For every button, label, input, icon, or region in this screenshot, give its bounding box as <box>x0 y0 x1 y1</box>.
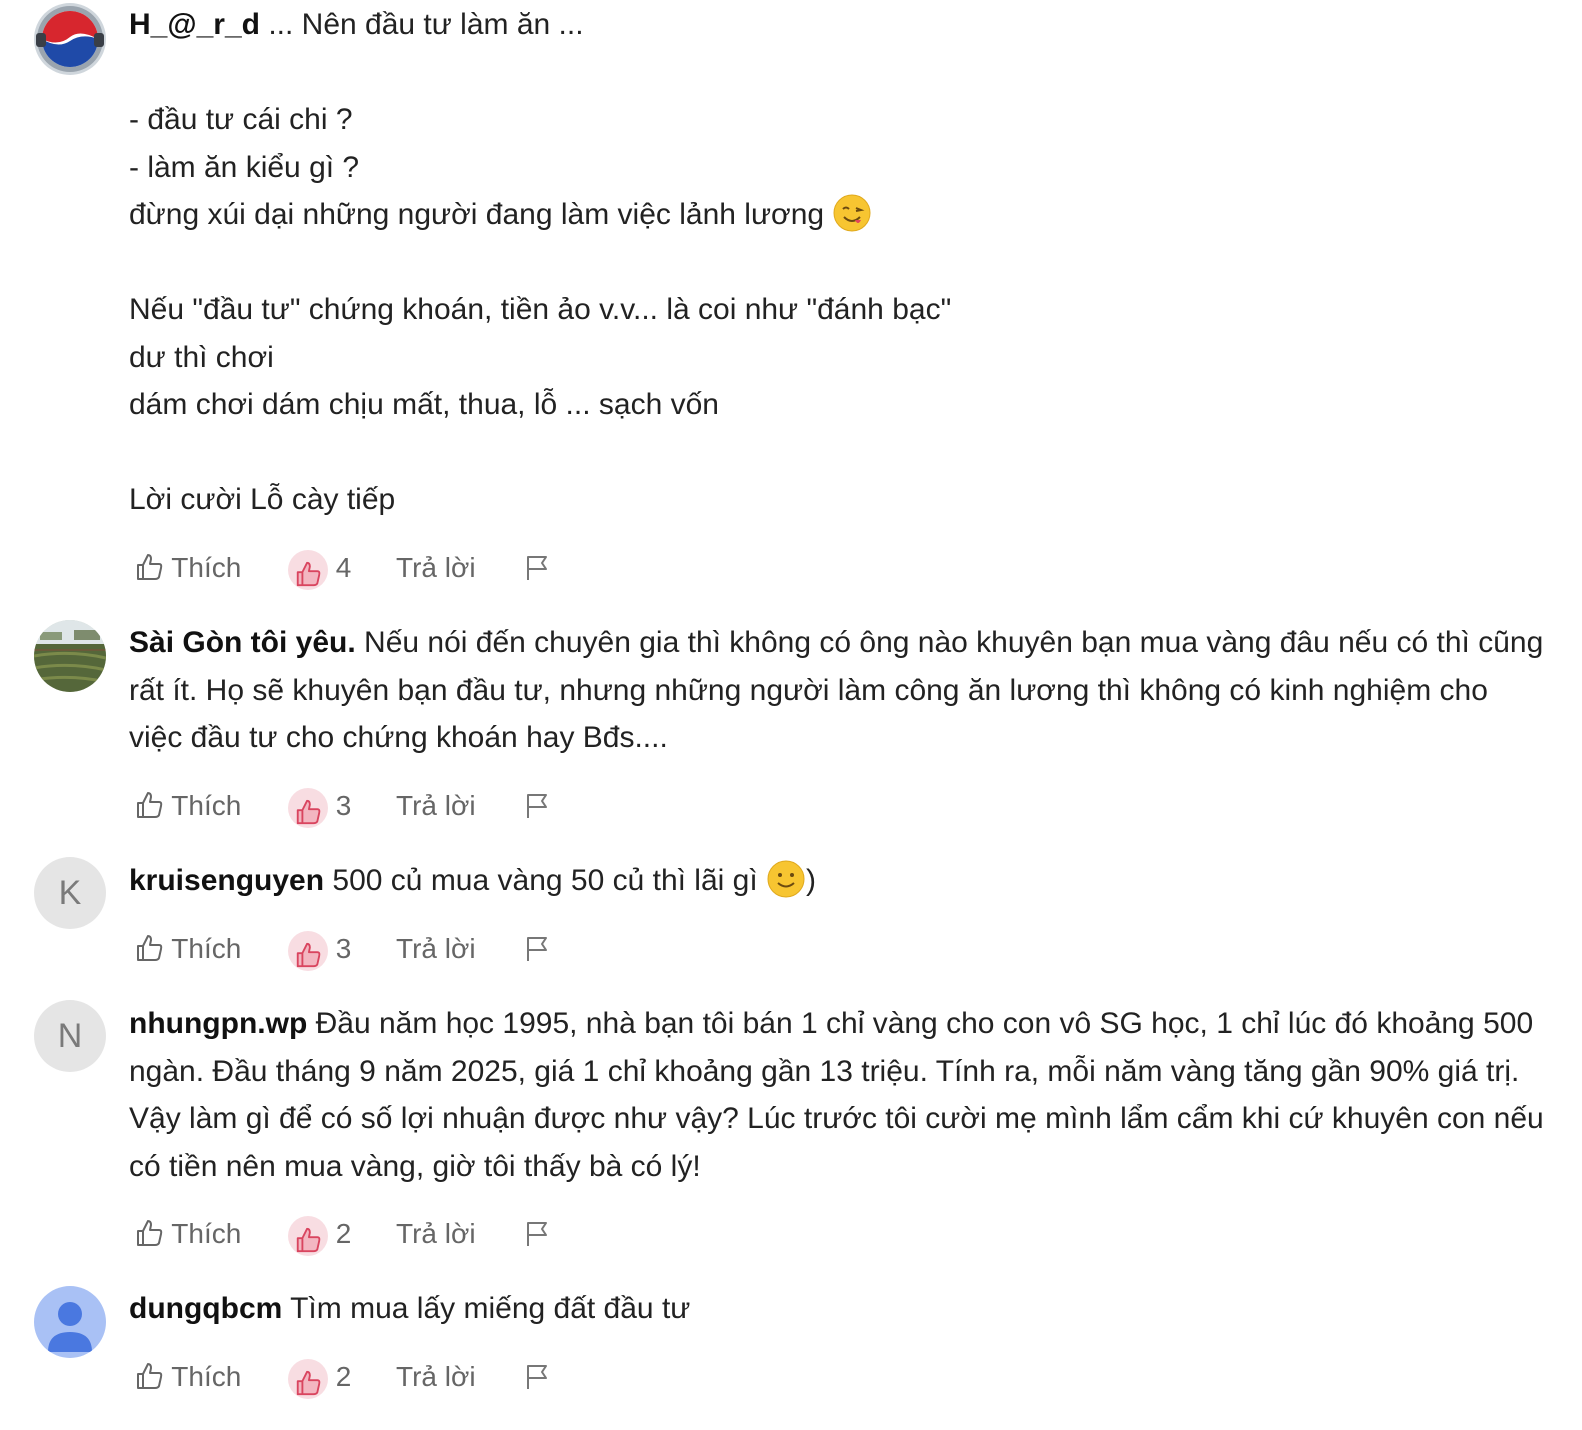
avatar[interactable] <box>34 3 106 75</box>
flag-icon <box>527 936 547 961</box>
like-label: Thích <box>171 933 242 964</box>
report-flag-button[interactable] <box>524 1214 550 1254</box>
reaction-count: 2 <box>335 1361 352 1392</box>
like-button[interactable]: Thích <box>134 1357 241 1397</box>
thumbs-up-outline-icon <box>137 934 163 961</box>
like-label: Thích <box>171 552 242 583</box>
like-button[interactable]: Thích <box>134 786 241 826</box>
comment-text-suffix: ) <box>806 864 817 897</box>
reply-button[interactable]: Trả lời <box>396 548 476 588</box>
like-label: Thích <box>171 1361 242 1392</box>
comment-body: H_@_r_d ... Nên đầu tư làm ăn ... - đầu … <box>129 1 1549 524</box>
comment-text-line: ... Nên đầu tư làm ăn ... <box>268 8 584 41</box>
thumbs-up-reaction-icon <box>288 1358 328 1399</box>
thumbs-up-outline-icon <box>137 1362 163 1389</box>
like-label: Thích <box>171 790 242 821</box>
reaction-summary[interactable]: 4 <box>288 548 352 590</box>
thumbs-up-reaction-icon <box>288 787 328 828</box>
pepsi-logo-icon <box>34 3 106 75</box>
comment-text: 500 củ mua vàng 50 củ thì lãi gì <box>332 864 758 897</box>
like-label: Thích <box>171 1218 242 1249</box>
yum-face-emoji-icon <box>832 193 872 233</box>
comment-text-line: Lời cười Lỗ cày tiếp <box>129 483 396 516</box>
comment-author[interactable]: kruisenguyen <box>129 864 324 897</box>
comment-text-line: đừng xúi dại những người đang làm việc l… <box>129 198 825 231</box>
reaction-count: 2 <box>335 1218 352 1249</box>
thumbs-up-outline-icon <box>137 1219 163 1246</box>
flag-icon <box>527 1221 547 1246</box>
comment-text-line: Nếu "đầu tư" chứng khoán, tiền ảo v.v...… <box>129 293 952 326</box>
comment-text-line: - làm ăn kiểu gì ? <box>129 150 360 184</box>
report-flag-button[interactable] <box>524 786 550 826</box>
avatar[interactable]: K <box>34 857 106 929</box>
reply-button[interactable]: Trả lời <box>396 786 476 826</box>
thumbs-up-outline-icon <box>137 553 163 580</box>
comment-body: nhungpn.wp Đầu năm học 1995, nhà bạn tôi… <box>129 1000 1549 1190</box>
report-flag-button[interactable] <box>524 1357 550 1397</box>
default-user-icon <box>34 1286 106 1358</box>
reaction-summary[interactable]: 2 <box>288 1214 352 1256</box>
reply-button[interactable]: Trả lời <box>396 929 476 969</box>
reaction-count: 4 <box>335 552 352 583</box>
avatar[interactable] <box>34 1286 106 1358</box>
reply-button[interactable]: Trả lời <box>396 1357 476 1397</box>
report-flag-button[interactable] <box>524 929 550 969</box>
flag-icon <box>527 793 547 818</box>
comment-text-line: dám chơi dám chịu mất, thua, lỗ ... sạch… <box>129 388 719 421</box>
like-button[interactable]: Thích <box>134 1214 241 1254</box>
comment-author[interactable]: dungqbcm <box>129 1292 282 1325</box>
comment-text-line: dư thì chơi <box>129 340 274 374</box>
reply-button[interactable]: Trả lời <box>396 1214 476 1254</box>
thumbs-up-outline-icon <box>137 791 163 818</box>
like-button[interactable]: Thích <box>134 548 241 588</box>
reaction-summary[interactable]: 3 <box>288 929 352 971</box>
avatar[interactable] <box>34 620 106 692</box>
like-button[interactable]: Thích <box>134 929 241 969</box>
flag-icon <box>527 1364 547 1389</box>
comment-author[interactable]: H_@_r_d <box>129 8 260 41</box>
reaction-summary[interactable]: 3 <box>288 786 352 828</box>
reaction-summary[interactable]: 2 <box>288 1357 352 1399</box>
report-flag-button[interactable] <box>524 548 550 588</box>
comment-body: Sài Gòn tôi yêu. Nếu nói đến chuyên gia … <box>129 619 1549 762</box>
reaction-count: 3 <box>335 933 352 964</box>
comment-text: Đầu năm học 1995, nhà bạn tôi bán 1 chỉ … <box>129 1007 1553 1183</box>
comment-author[interactable]: Sài Gòn tôi yêu. <box>129 626 356 659</box>
smile-face-emoji-icon <box>766 859 806 899</box>
comment-body: dungqbcm Tìm mua lấy miếng đất đầu tư <box>129 1285 1549 1333</box>
field-photo-icon <box>34 620 106 692</box>
thumbs-up-reaction-icon <box>288 930 328 971</box>
thumbs-up-reaction-icon <box>288 1215 328 1256</box>
comment-author[interactable]: nhungpn.wp <box>129 1007 307 1040</box>
reaction-count: 3 <box>335 790 352 821</box>
comment-text-line: - đầu tư cái chi ? <box>129 103 353 136</box>
comment-body: kruisenguyen 500 củ mua vàng 50 củ thì l… <box>129 857 1549 905</box>
flag-icon <box>527 555 547 580</box>
thumbs-up-reaction-icon <box>288 549 328 590</box>
comment-text: Tìm mua lấy miếng đất đầu tư <box>290 1292 691 1325</box>
avatar[interactable]: N <box>34 1000 106 1072</box>
